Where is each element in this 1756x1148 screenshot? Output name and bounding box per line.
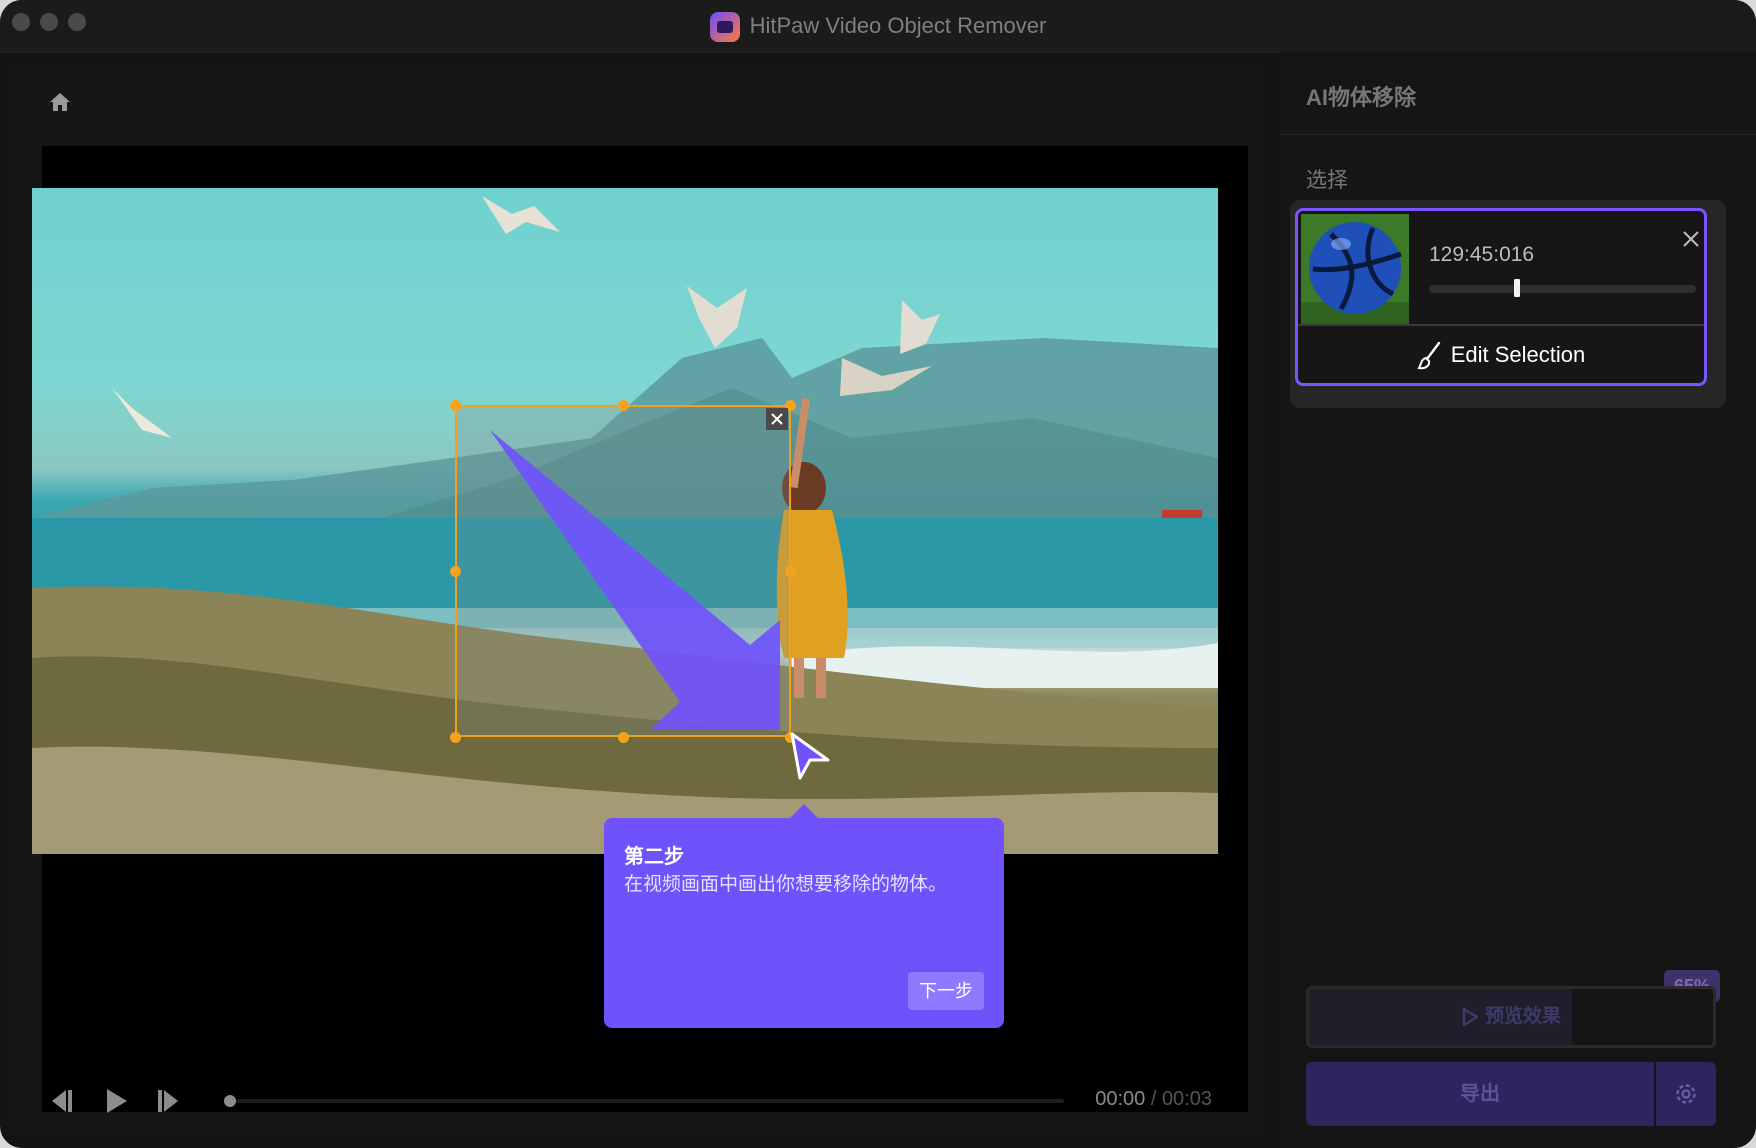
sidebar: AI物体移除 选择 129:45:016 Edit Selection 预览效果… xyxy=(1280,52,1756,1148)
mouse-pointer-icon xyxy=(790,732,830,780)
total-time: 00:03 xyxy=(1161,1088,1212,1110)
resize-handle-top-left[interactable] xyxy=(450,400,461,411)
next-frame-icon[interactable] xyxy=(156,1086,184,1116)
edit-selection-button[interactable]: Edit Selection xyxy=(1298,326,1704,383)
time-separator: / xyxy=(1145,1088,1162,1110)
selection-thumbnail xyxy=(1301,214,1409,324)
section-label: 选择 xyxy=(1306,169,1348,192)
tooltip-title: 第二步 xyxy=(624,846,684,868)
onboarding-tooltip: 第二步 在视频画面中画出你想要移除的物体。 下一步 xyxy=(604,804,1004,1028)
preview-label: 预览效果 xyxy=(1484,1006,1561,1027)
play-icon[interactable] xyxy=(102,1086,130,1116)
close-icon[interactable] xyxy=(1681,229,1701,249)
slider-handle[interactable] xyxy=(1514,279,1521,297)
current-time: 00:00 xyxy=(1095,1088,1146,1110)
previous-frame-icon[interactable] xyxy=(46,1086,74,1116)
title-bar: HitPaw Video Object Remover xyxy=(0,0,1756,53)
guide-arrow-icon xyxy=(490,430,780,730)
export-button[interactable]: 导出 xyxy=(1306,1062,1654,1126)
gear-icon xyxy=(1676,1084,1696,1104)
app-window: HitPaw Video Object Remover 00:00 / 00:0… xyxy=(0,0,1756,1148)
preview-button[interactable]: 预览效果 xyxy=(1306,986,1716,1048)
preview-label-wrap: 预览效果 xyxy=(1309,989,1713,1045)
timeline-playhead[interactable] xyxy=(224,1095,236,1107)
app-logo-icon xyxy=(709,12,740,42)
playback-controls: 00:00 / 00:03 xyxy=(14,1066,1264,1136)
window-title-area: HitPaw Video Object Remover xyxy=(0,12,1756,42)
sidebar-title: AI物体移除 xyxy=(1306,85,1417,110)
home-icon[interactable] xyxy=(46,88,74,116)
export-settings-button[interactable] xyxy=(1656,1062,1716,1126)
timeline-track[interactable] xyxy=(224,1099,1064,1103)
play-icon xyxy=(1462,1007,1479,1027)
time-display: 00:00 / 00:03 xyxy=(1095,1088,1212,1111)
resize-handle-top[interactable] xyxy=(618,400,629,411)
ball-thumbnail-image xyxy=(1301,214,1409,324)
resize-handle-bottom-left[interactable] xyxy=(450,732,461,743)
edit-selection-label: Edit Selection xyxy=(1450,342,1586,367)
tooltip-text: 在视频画面中画出你想要移除的物体。 xyxy=(624,874,948,895)
selection-card[interactable]: 129:45:016 Edit Selection xyxy=(1295,208,1707,386)
sidebar-divider xyxy=(1280,134,1756,135)
next-step-button[interactable]: 下一步 xyxy=(908,972,984,1010)
window-title: HitPaw Video Object Remover xyxy=(749,12,1047,38)
resize-handle-left[interactable] xyxy=(450,566,461,577)
selection-timestamp: 129:45:016 xyxy=(1429,243,1535,266)
selection-time-slider[interactable] xyxy=(1429,279,1696,297)
close-icon[interactable] xyxy=(766,408,788,430)
brush-icon xyxy=(1417,341,1440,370)
